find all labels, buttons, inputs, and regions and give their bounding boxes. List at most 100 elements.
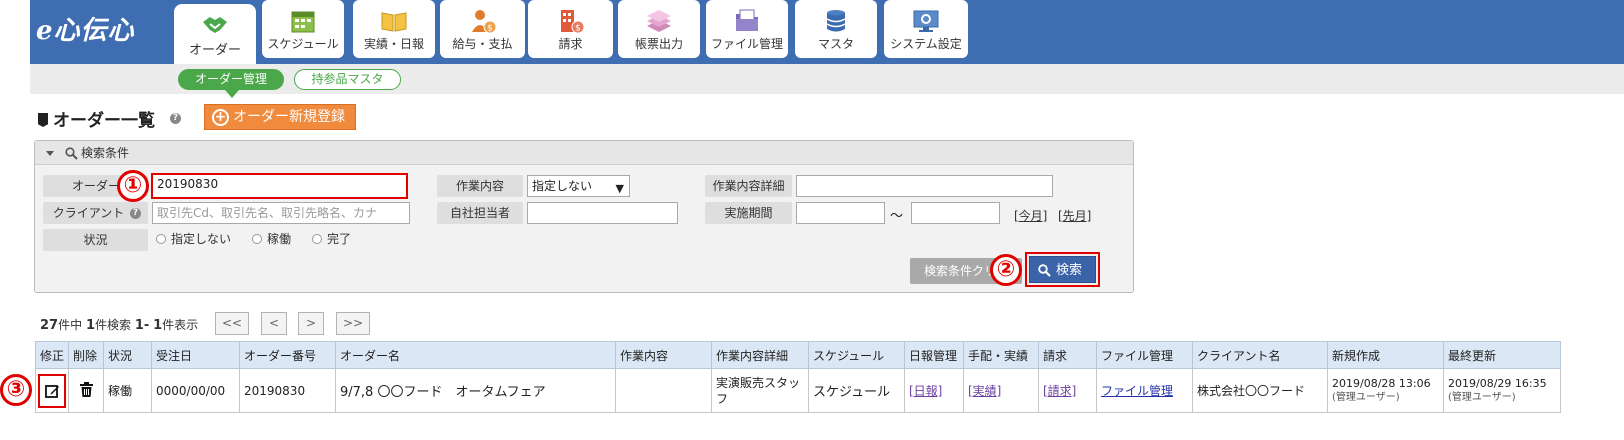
handshake-icon — [203, 17, 227, 33]
tab-order[interactable]: オーダー — [174, 4, 256, 66]
trash-icon[interactable] — [79, 381, 93, 397]
this-month-link[interactable]: [今月] — [1014, 207, 1047, 224]
tab-file-management[interactable]: ファイル管理 — [706, 0, 788, 58]
col-header: 作業内容詳細 — [711, 341, 809, 369]
period-label: 実施期間 — [705, 202, 792, 224]
tab-label: ファイル管理 — [710, 37, 783, 51]
schedule-cell[interactable]: スケジュール — [808, 368, 905, 413]
col-header: スケジュール — [808, 341, 905, 369]
col-header: 手配・実績 — [963, 341, 1039, 369]
status-cell: 稼働 — [103, 368, 152, 413]
results-link[interactable]: [実績] — [968, 384, 1001, 398]
next-page-button[interactable]: > — [298, 312, 324, 335]
col-header: 作業内容 — [615, 341, 712, 369]
order-date-cell: 0000/00/00 — [151, 368, 240, 413]
range-from: 1 — [134, 318, 144, 333]
work-detail-label: 作業内容詳細 — [705, 175, 792, 197]
order-name-cell: 9/7,8 〇〇フード オータムフェア — [335, 368, 616, 413]
callout-1: ① — [117, 170, 149, 202]
search-button-label: 検索 — [1056, 263, 1083, 278]
tab-master[interactable]: マスタ — [795, 0, 877, 58]
file-management-cell: ファイル管理 — [1096, 368, 1193, 413]
calendar-icon — [291, 11, 315, 33]
arrange-results-cell: [実績] — [963, 368, 1039, 413]
prev-page-button[interactable]: < — [261, 312, 287, 335]
col-header: 削除 — [68, 341, 104, 369]
subtab-order-management[interactable]: オーダー管理 — [178, 69, 284, 90]
billing-link[interactable]: [請求] — [1043, 384, 1076, 398]
client-name-cell: 株式会社〇〇フード — [1192, 368, 1328, 413]
range-sep: - — [143, 318, 150, 333]
page-title: オーダー一覧 — [38, 106, 155, 131]
col-header: オーダー番号 — [239, 341, 336, 369]
period-from-input[interactable] — [796, 202, 885, 224]
staff-input[interactable] — [527, 202, 678, 224]
tab-results-daily[interactable]: 実績・日報 — [353, 0, 435, 58]
tab-report-output[interactable]: 帳票出力 — [618, 0, 700, 58]
col-header: 請求 — [1038, 341, 1097, 369]
client-help-icon[interactable]: ? — [130, 208, 141, 219]
tab-label: 請求 — [558, 37, 583, 51]
edit-icon — [45, 384, 59, 398]
col-header: 状況 — [103, 341, 152, 369]
table-row: 稼働 0000/00/00 20190830 9/7,8 〇〇フード オータムフ… — [35, 368, 1561, 413]
tab-label: 給与・支払 — [452, 37, 513, 51]
search-icon — [1038, 264, 1051, 277]
tab-schedule[interactable]: スケジュール — [262, 0, 344, 58]
tab-label: 実績・日報 — [363, 37, 424, 51]
collapse-triangle-icon — [46, 151, 54, 156]
work-content-select[interactable]: 指定しない ▼ — [527, 175, 630, 197]
last-page-button[interactable]: >> — [336, 312, 370, 335]
order-input[interactable]: 20190830 — [151, 173, 408, 199]
app-logo[interactable]: e心伝心 — [36, 10, 135, 47]
updated-datetime: 2019/08/29 16:35 — [1448, 377, 1547, 390]
search-button[interactable]: 検索 — [1029, 256, 1096, 283]
callout-3: ③ — [0, 374, 32, 406]
period-separator: ～ — [890, 209, 904, 224]
work-detail-input[interactable] — [796, 175, 1053, 197]
new-order-button[interactable]: + オーダー新規登録 — [204, 104, 356, 130]
col-header: クライアント名 — [1192, 341, 1328, 369]
radio-label: 完了 — [327, 232, 352, 246]
status-label: 状況 — [43, 229, 148, 251]
svg-text:$: $ — [575, 24, 581, 34]
status-radio-complete[interactable]: 完了 — [312, 232, 351, 246]
order-number-cell: 20190830 — [239, 368, 336, 413]
tab-label: スケジュール — [267, 37, 339, 51]
daily-report-cell: [日報] — [904, 368, 964, 413]
col-header: 修正 — [35, 341, 69, 369]
search-header-label: 検索条件 — [81, 146, 130, 160]
table-header-row: 修正 削除 状況 受注日 オーダー番号 オーダー名 作業内容 作業内容詳細 スケ… — [35, 341, 1561, 369]
callout-2: ② — [990, 254, 1022, 286]
client-input[interactable]: 取引先Cd、取引先名、取引先略名、カナ — [152, 202, 410, 224]
open-book-icon — [381, 12, 407, 32]
work-content-label: 作業内容 — [437, 175, 523, 197]
total-suffix: 件中 — [58, 318, 83, 332]
page-title-text: オーダー一覧 — [53, 111, 155, 131]
status-radio-active[interactable]: 稼働 — [252, 232, 291, 246]
first-page-button[interactable]: << — [215, 312, 249, 335]
tab-payroll[interactable]: $ 給与・支払 — [440, 0, 525, 58]
tab-billing[interactable]: $ 請求 — [528, 0, 613, 58]
status-radio-unspecified[interactable]: 指定しない — [156, 232, 231, 246]
file-management-link[interactable]: ファイル管理 — [1101, 384, 1173, 398]
period-to-input[interactable] — [911, 202, 1000, 224]
plus-icon: + — [212, 109, 229, 126]
found-count: 1 — [85, 318, 95, 333]
search-panel-header[interactable]: 検索条件 — [35, 141, 1133, 165]
subtab-carry-items-master[interactable]: 持参品マスタ — [294, 69, 401, 90]
building-money-icon: $ — [560, 10, 584, 34]
updated-by: (管理ユーザー) — [1448, 392, 1516, 403]
radio-circle — [156, 234, 166, 244]
total-count: 27 — [40, 318, 59, 333]
daily-report-link[interactable]: [日報] — [909, 384, 942, 398]
range-suffix: 件表示 — [162, 318, 199, 332]
edit-button[interactable] — [38, 373, 66, 408]
created-datetime: 2019/08/28 13:06 — [1332, 377, 1431, 390]
tab-system-settings[interactable]: システム設定 — [884, 0, 968, 58]
help-icon[interactable]: ? — [170, 113, 181, 124]
updated-cell: 2019/08/29 16:35 (管理ユーザー) — [1443, 368, 1561, 413]
prev-month-link[interactable]: [先月] — [1058, 207, 1091, 224]
client-label-text: クライアント — [52, 206, 125, 220]
col-header: ファイル管理 — [1096, 341, 1193, 369]
